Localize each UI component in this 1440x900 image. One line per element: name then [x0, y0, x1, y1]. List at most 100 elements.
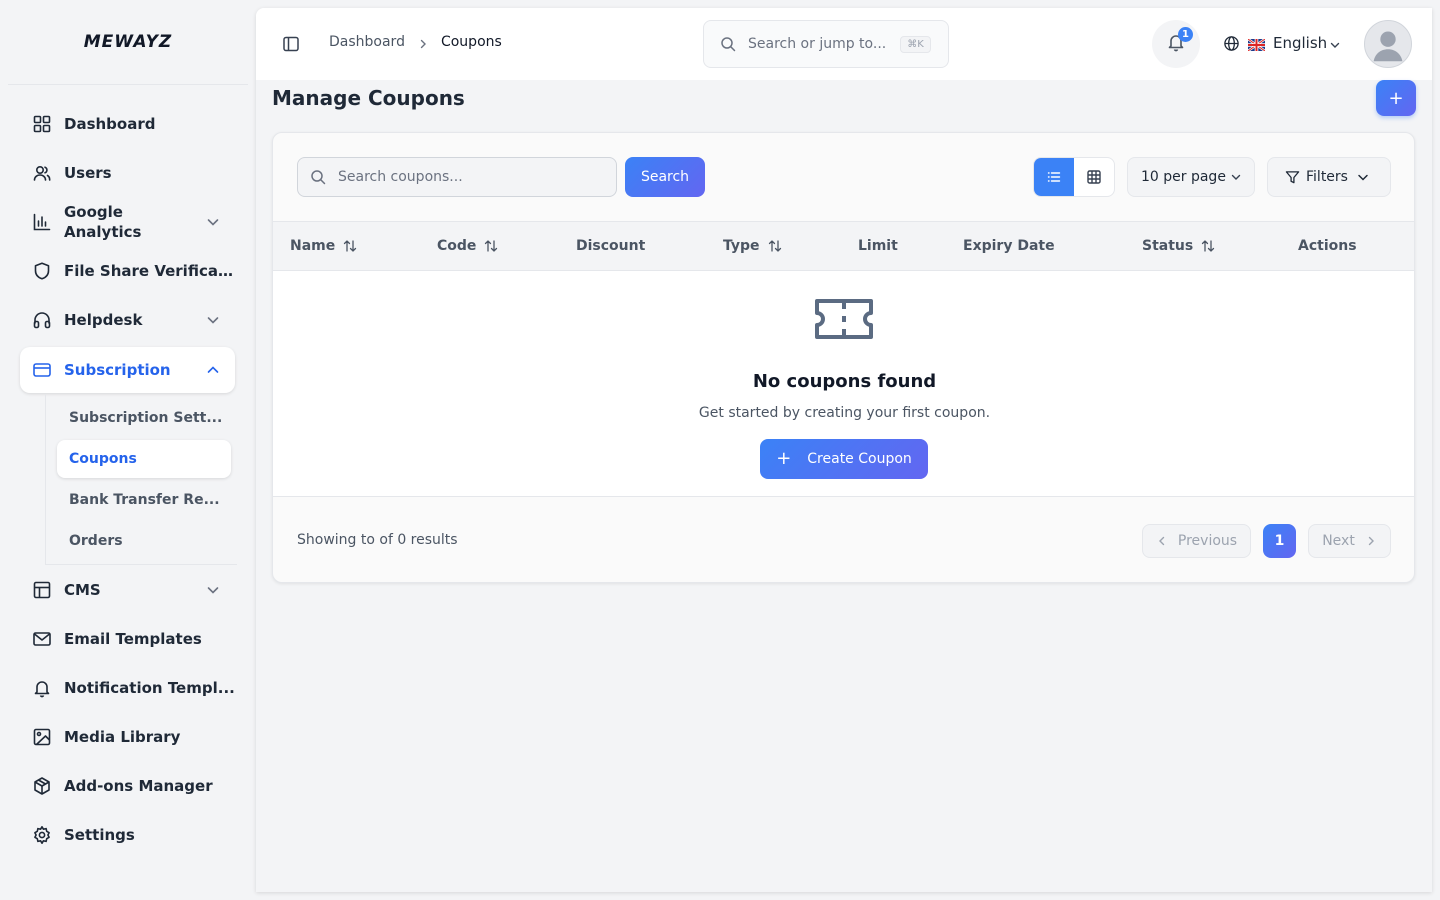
chevron-down-icon [1329, 37, 1341, 49]
notifications-button[interactable]: 1 [1152, 20, 1200, 68]
sort-icon [484, 239, 498, 253]
table-body-empty-state: No coupons found Get started by creating… [273, 271, 1414, 497]
search-icon [310, 169, 326, 185]
notification-count-badge: 1 [1178, 27, 1193, 42]
next-label: Next [1322, 533, 1355, 549]
previous-page-button[interactable]: Previous [1142, 524, 1251, 558]
list-view-button[interactable] [1034, 158, 1074, 196]
sidebar-item-dashboard[interactable]: Dashboard [20, 101, 235, 147]
filters-button[interactable]: Filters [1267, 157, 1391, 197]
submenu-guide-line [45, 394, 46, 564]
keyboard-shortcut-badge: ⌘K [900, 35, 931, 53]
sidebar-item-cms[interactable]: CMS [20, 567, 235, 613]
sidebar-item-media-library[interactable]: Media Library [20, 714, 235, 760]
divider [8, 84, 248, 85]
chevron-up-icon [205, 362, 221, 378]
column-label: Code [437, 238, 477, 254]
sort-icon [343, 239, 357, 253]
grid-view-button[interactable] [1074, 158, 1114, 196]
plus-icon: + [776, 448, 792, 469]
chevron-down-icon [1356, 170, 1370, 184]
column-header-code[interactable]: Code [437, 222, 498, 270]
sort-icon [768, 239, 782, 253]
sidebar-subitem-orders[interactable]: Orders [57, 522, 231, 560]
sidebar-item-label: Email Templates [64, 630, 202, 648]
sidebar-subitem-subscription-settings[interactable]: Subscription Sett... [57, 399, 231, 437]
shield-icon [32, 261, 52, 281]
coupon-search-input[interactable]: Search coupons... [297, 157, 617, 197]
chevron-down-icon [205, 312, 221, 328]
per-page-select[interactable]: 10 per page [1127, 157, 1255, 197]
user-silhouette-icon [1373, 31, 1403, 62]
bar-chart-icon [32, 212, 52, 232]
credit-card-icon [32, 360, 52, 380]
create-coupon-button[interactable]: + Create Coupon [760, 439, 928, 479]
sort-icon [1201, 239, 1215, 253]
previous-label: Previous [1177, 533, 1238, 549]
column-label: Actions [1298, 238, 1357, 254]
global-search[interactable]: Search or jump to... ⌘K [703, 20, 949, 68]
sidebar-item-notification-templates[interactable]: Notification Templ... [20, 665, 235, 711]
view-toggle [1033, 157, 1115, 197]
sidebar-item-email-templates[interactable]: Email Templates [20, 616, 235, 662]
sidebar-item-label: Dashboard [64, 115, 156, 133]
column-header-name[interactable]: Name [290, 222, 357, 270]
coupons-card: Search coupons... Search 10 per page Fil… [272, 132, 1415, 583]
sidebar-subitem-coupons[interactable]: Coupons [57, 440, 231, 478]
sidebar-item-file-share-verification[interactable]: File Share Verifica... [20, 248, 235, 294]
layout-icon [32, 580, 52, 600]
chevron-down-icon [1230, 171, 1242, 183]
add-coupon-button[interactable]: + [1376, 80, 1416, 116]
brand-logo[interactable]: MEWAYZ [0, 0, 256, 84]
column-header-limit: Limit [858, 222, 898, 270]
sidebar-subitem-bank-transfer[interactable]: Bank Transfer Re... [57, 481, 231, 519]
uk-flag-icon [1247, 37, 1266, 52]
sidebar-item-users[interactable]: Users [20, 150, 235, 196]
sidebar-item-helpdesk[interactable]: Helpdesk [20, 297, 235, 343]
sidebar-item-label: Media Library [64, 728, 181, 746]
results-summary: Showing to of 0 results [297, 532, 458, 548]
sidebar-item-subscription[interactable]: Subscription [20, 347, 235, 393]
headphones-icon [32, 310, 52, 330]
sidebar-subitem-label: Orders [69, 533, 123, 549]
dashboard-grid-icon [32, 114, 52, 134]
sidebar-item-label: Settings [64, 826, 135, 844]
gear-icon [32, 825, 52, 845]
sidebar-toggle-icon[interactable] [282, 35, 300, 53]
sidebar-item-label: Users [64, 164, 112, 182]
sidebar-item-settings[interactable]: Settings [20, 812, 235, 858]
user-avatar[interactable] [1364, 20, 1412, 68]
table-header: Name Code Discount Type Limit Expiry Dat… [273, 221, 1414, 271]
global-search-placeholder: Search or jump to... [748, 36, 887, 52]
divider [45, 564, 237, 565]
breadcrumb-dashboard[interactable]: Dashboard [329, 34, 405, 50]
sidebar-item-label: Notification Templ... [64, 679, 235, 697]
next-page-button[interactable]: Next [1308, 524, 1391, 558]
breadcrumb: Dashboard Coupons [329, 34, 502, 50]
column-header-actions: Actions [1298, 222, 1357, 270]
language-selector[interactable]: English [1223, 34, 1341, 52]
sidebar-item-google-analytics[interactable]: Google Analytics [20, 199, 235, 245]
column-header-expiry-date: Expiry Date [963, 222, 1055, 270]
sidebar-item-label: Helpdesk [64, 311, 143, 329]
package-icon [32, 776, 52, 796]
search-icon [720, 36, 736, 52]
column-label: Discount [576, 238, 646, 254]
column-header-status[interactable]: Status [1142, 222, 1215, 270]
chevron-down-icon [205, 582, 221, 598]
sidebar-item-label: Google Analytics [64, 203, 142, 241]
column-header-type[interactable]: Type [723, 222, 782, 270]
sidebar-item-addons-manager[interactable]: Add-ons Manager [20, 763, 235, 809]
chevron-right-icon [418, 37, 428, 49]
main-panel: Dashboard Coupons Search or jump to... ⌘… [256, 8, 1432, 892]
search-button[interactable]: Search [625, 157, 705, 197]
sidebar-item-label: CMS [64, 581, 101, 599]
coupon-search-placeholder: Search coupons... [338, 169, 463, 185]
page-number-button[interactable]: 1 [1263, 524, 1296, 558]
users-icon [32, 163, 52, 183]
column-label: Expiry Date [963, 238, 1055, 254]
sidebar-item-label: Subscription [64, 361, 171, 379]
column-label: Status [1142, 238, 1194, 254]
chevron-down-icon [205, 214, 221, 230]
globe-icon [1223, 35, 1240, 52]
